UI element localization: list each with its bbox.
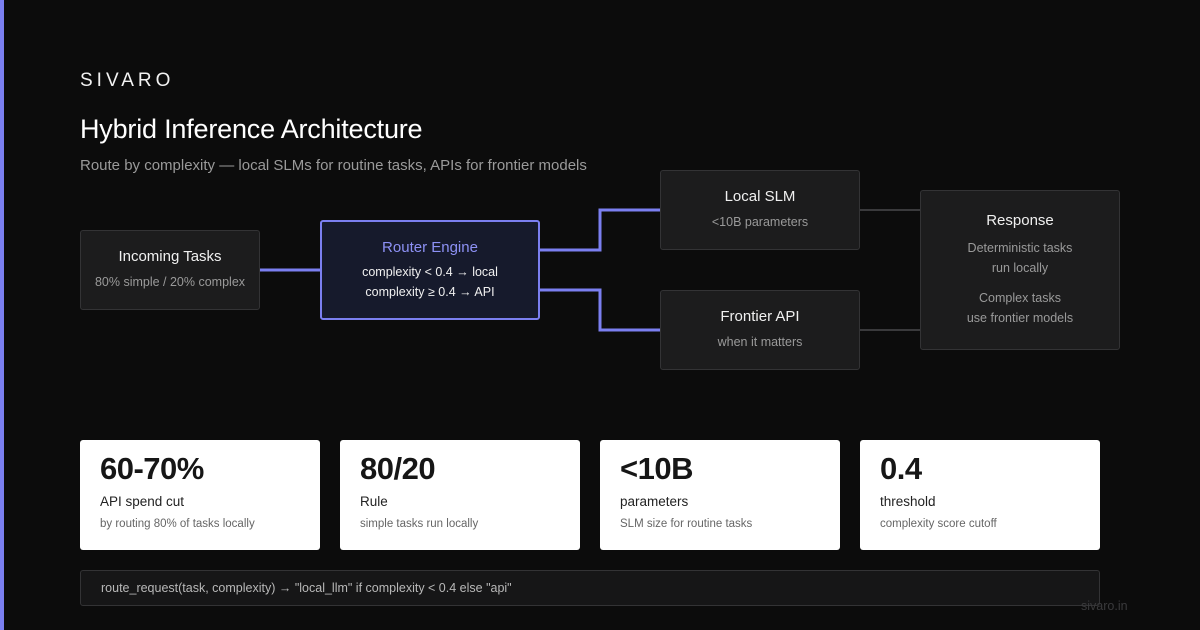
stat-label: Rule <box>360 494 388 509</box>
stat-description: SLM size for routine tasks <box>620 518 753 530</box>
stat-label: threshold <box>880 494 936 509</box>
node-detail: use frontier models <box>966 311 1074 325</box>
code-snippet: route_request(task, complexity) → "local… <box>80 570 1100 606</box>
stat-card-api-spend: 60-70% API spend cut by routing 80% of t… <box>80 440 320 550</box>
node-detail: Complex tasks <box>979 291 1061 305</box>
node-response: Response Deterministic tasks run locally… <box>920 190 1120 350</box>
stat-card-rule: 80/20 Rule simple tasks run locally <box>340 440 580 550</box>
connector-router-local <box>540 208 660 252</box>
node-detail: run locally <box>991 261 1049 275</box>
node-rule-local: complexity < 0.4 → local <box>362 264 498 279</box>
node-router-engine: Router Engine complexity < 0.4 → local c… <box>320 220 540 320</box>
stat-description: complexity score cutoff <box>880 518 997 530</box>
stat-label: parameters <box>620 494 689 509</box>
node-title: Response <box>986 212 1054 229</box>
stat-value: 60-70% <box>100 451 204 486</box>
stat-value: 0.4 <box>880 451 922 486</box>
stat-card-threshold: 0.4 threshold complexity score cutoff <box>860 440 1100 550</box>
stat-value: <10B <box>620 451 693 486</box>
node-detail: Deterministic tasks <box>967 241 1073 255</box>
node-detail: <10B parameters <box>711 215 809 229</box>
node-incoming-tasks: Incoming Tasks 80% simple / 20% complex <box>80 230 260 310</box>
stat-card-parameters: <10B parameters SLM size for routine tas… <box>600 440 840 550</box>
stat-label: API spend cut <box>100 494 185 509</box>
node-frontier-api: Frontier API when it matters <box>660 290 860 370</box>
node-title: Local SLM <box>724 188 796 205</box>
node-title: Frontier API <box>720 308 800 325</box>
stat-value: 80/20 <box>360 451 436 486</box>
stat-description: by routing 80% of tasks locally <box>100 518 255 530</box>
footer-url: sivaro.in <box>1081 599 1128 613</box>
stat-description: simple tasks run locally <box>360 518 479 530</box>
code-text: route_request(task, complexity) → "local… <box>101 581 512 595</box>
node-detail: 80% simple / 20% complex <box>94 275 246 289</box>
node-local-slm: Local SLM <10B parameters <box>660 170 860 250</box>
node-rule-api: complexity ≥ 0.4 → API <box>365 284 495 299</box>
node-title: Router Engine <box>382 238 478 256</box>
node-detail: when it matters <box>717 335 803 349</box>
node-title: Incoming Tasks <box>118 248 222 265</box>
connector-router-frontier <box>540 288 660 332</box>
